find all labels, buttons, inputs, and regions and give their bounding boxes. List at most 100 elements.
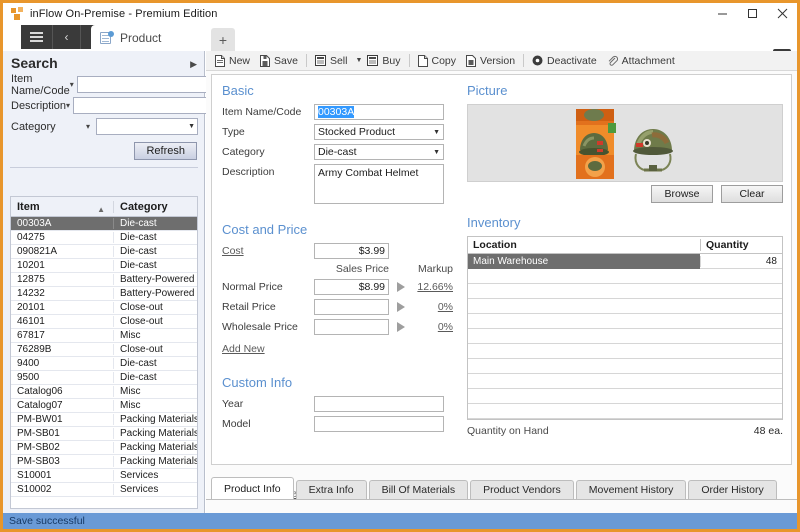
table-row[interactable]: S10001 Services — [11, 469, 197, 483]
price-row-markup[interactable]: 0% — [413, 321, 453, 333]
inventory-row[interactable] — [468, 404, 782, 419]
filter-operator-icon[interactable]: ▾ — [66, 101, 70, 110]
bottom-tab-movement-history[interactable]: Movement History — [575, 480, 687, 499]
close-icon[interactable] — [767, 3, 797, 24]
new-button[interactable]: New — [210, 52, 255, 70]
table-row[interactable]: 46101 Close-out — [11, 315, 197, 329]
sell-button[interactable]: Sell — [310, 52, 353, 70]
inventory-row[interactable] — [468, 344, 782, 359]
table-row[interactable]: 04275 Die-cast — [11, 231, 197, 245]
table-row[interactable]: 10201 Die-cast — [11, 259, 197, 273]
table-row[interactable]: 20101 Close-out — [11, 301, 197, 315]
main-menu-button[interactable] — [21, 25, 53, 49]
maximize-icon[interactable] — [737, 3, 767, 24]
table-row[interactable]: Catalog06 Misc — [11, 385, 197, 399]
grid-column-category-label: Category — [120, 200, 168, 213]
price-row-input[interactable]: $8.99 — [314, 279, 389, 295]
cell-category: Misc — [113, 330, 197, 341]
inventory-row[interactable] — [468, 299, 782, 314]
product-info-panel: Basic Item Name/Code 00303A Type Stocked… — [211, 74, 792, 500]
inventory-table[interactable]: Location Quantity Main Warehouse 48 — [467, 236, 783, 420]
bottom-tab-product-vendors[interactable]: Product Vendors — [470, 480, 574, 499]
inventory-row[interactable] — [468, 269, 782, 284]
grid-column-item[interactable]: Item ▲ — [11, 200, 113, 214]
inventory-row[interactable] — [468, 389, 782, 404]
attachment-button[interactable]: Attachment — [602, 52, 680, 70]
inventory-row-container: Main Warehouse 48 — [468, 253, 782, 419]
field-model-label: Model — [222, 418, 251, 430]
inventory-row[interactable] — [468, 284, 782, 299]
table-row[interactable] — [11, 497, 197, 508]
combo-type[interactable]: Stocked Product ▼ — [314, 124, 444, 140]
filter-operator-icon[interactable]: ▾ — [83, 122, 93, 131]
version-button[interactable]: Version — [461, 52, 520, 70]
chevron-down-icon: ▼ — [188, 123, 195, 130]
refresh-button[interactable]: Refresh — [134, 142, 197, 160]
table-row[interactable]: PM-BW01 Packing Materials — [11, 413, 197, 427]
table-row[interactable]: 76289B Close-out — [11, 343, 197, 357]
table-row[interactable]: 67817 Misc — [11, 329, 197, 343]
cost-price-section-title: Cost and Price — [222, 222, 308, 237]
apply-markup-button[interactable] — [389, 302, 413, 312]
table-row[interactable]: 9400 Die-cast — [11, 357, 197, 371]
table-row[interactable]: 12875 Battery-Powered — [11, 273, 197, 287]
search-input-description[interactable] — [73, 97, 224, 114]
cost-label-link[interactable]: Cost — [222, 245, 314, 257]
bottom-tab-extra-info[interactable]: Extra Info — [295, 480, 367, 499]
inventory-row[interactable] — [468, 359, 782, 374]
sell-dropdown-caret-icon[interactable]: ▼ — [355, 57, 362, 64]
clear-picture-button[interactable]: Clear — [721, 185, 783, 203]
inventory-row[interactable] — [468, 374, 782, 389]
add-new-price-link[interactable]: Add New — [222, 343, 265, 355]
apply-markup-button[interactable] — [389, 282, 413, 292]
markup-header: Markup — [417, 263, 453, 275]
bottom-tab-order-history[interactable]: Order History — [688, 480, 777, 499]
grid-column-category[interactable]: Category — [113, 200, 197, 213]
back-button[interactable]: ‹ — [53, 25, 81, 49]
deactivate-button[interactable]: Deactivate — [527, 52, 602, 70]
input-year[interactable] — [314, 396, 444, 412]
table-row[interactable]: Catalog07 Misc — [11, 399, 197, 413]
grid-column-item-label: Item — [17, 200, 40, 213]
product-picture[interactable] — [467, 104, 783, 182]
table-row[interactable]: S10002 Services — [11, 483, 197, 497]
textarea-description[interactable]: Army Combat Helmet — [314, 164, 444, 204]
product-document-icon — [100, 31, 114, 45]
inventory-row[interactable] — [468, 329, 782, 344]
inventory-row[interactable]: Main Warehouse 48 — [468, 253, 782, 269]
collapse-panel-icon[interactable]: ▶ — [190, 59, 197, 70]
browse-picture-button[interactable]: Browse — [651, 185, 713, 203]
field-model: Model — [222, 416, 472, 432]
save-button[interactable]: Save — [255, 52, 303, 70]
price-row-markup[interactable]: 0% — [413, 301, 453, 313]
input-cost[interactable]: $3.99 — [314, 243, 389, 259]
table-row[interactable]: 14232 Battery-Powered — [11, 287, 197, 301]
quantity-on-hand-label: Quantity on Hand — [467, 425, 549, 437]
buy-button[interactable]: Buy — [362, 52, 405, 70]
tab-product[interactable]: Product — [91, 25, 211, 51]
search-results-grid[interactable]: Item ▲ Category 00303A Die-cast 04275 Die-c… — [10, 196, 198, 509]
copy-button[interactable]: Copy — [413, 52, 462, 70]
bottom-tab-bill-of-materials[interactable]: Bill Of Materials — [368, 480, 469, 499]
input-item-name[interactable]: 00303A — [314, 104, 444, 120]
search-combo-category[interactable]: ▼ — [96, 118, 198, 135]
cell-item: 76289B — [17, 344, 52, 355]
price-row-input[interactable] — [314, 299, 389, 315]
inventory-row[interactable] — [468, 314, 782, 329]
combo-category[interactable]: Die-cast ▼ — [314, 144, 444, 160]
table-row[interactable]: 9500 Die-cast — [11, 371, 197, 385]
bottom-tab-product-info[interactable]: Product Info — [211, 477, 294, 499]
search-input-item-name[interactable] — [76, 76, 227, 93]
table-row[interactable]: PM-SB03 Packing Materials — [11, 455, 197, 469]
table-row[interactable]: PM-SB01 Packing Materials — [11, 427, 197, 441]
table-row[interactable]: 00303A Die-cast — [11, 217, 197, 231]
input-model[interactable] — [314, 416, 444, 432]
price-row-input[interactable] — [314, 319, 389, 335]
price-row-markup[interactable]: 12.66% — [413, 281, 453, 293]
minimize-icon[interactable] — [707, 3, 737, 24]
apply-markup-button[interactable] — [389, 322, 413, 332]
table-row[interactable]: 090821A Die-cast — [11, 245, 197, 259]
new-tab-button[interactable]: + — [211, 28, 235, 51]
table-row[interactable]: PM-SB02 Packing Materials — [11, 441, 197, 455]
filter-operator-icon[interactable]: ▾ — [70, 80, 74, 89]
